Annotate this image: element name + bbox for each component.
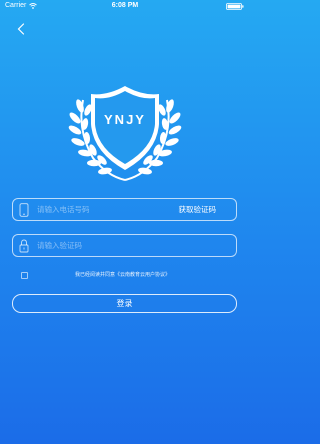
agreement-row: 我已经阅读并同意《云南教育云用户协议》 xyxy=(20,271,240,281)
phone-icon xyxy=(19,203,29,217)
code-field[interactable]: 请输入验证码 xyxy=(12,234,237,257)
back-button[interactable] xyxy=(10,18,32,40)
ynjy-logo: YNJY xyxy=(68,86,182,181)
lock-icon xyxy=(19,239,29,253)
login-button[interactable]: 登录 xyxy=(12,294,237,313)
phone-field[interactable]: 请输入电话号码 获取验证码 xyxy=(12,198,237,221)
status-bar: Carrier 6:08 PM xyxy=(0,0,250,12)
chevron-left-icon xyxy=(17,23,25,35)
code-input[interactable]: 请输入验证码 xyxy=(37,235,82,256)
status-time: 6:08 PM xyxy=(111,2,139,9)
logo-text: YNJY xyxy=(104,112,146,127)
agreement-link[interactable]: 我已经阅读并同意《云南教育云用户协议》 xyxy=(75,271,170,279)
phone-input[interactable]: 请输入电话号码 xyxy=(37,199,90,220)
get-code-button[interactable]: 获取验证码 xyxy=(179,199,217,220)
battery-icon xyxy=(226,3,244,10)
agreement-checkbox[interactable] xyxy=(21,272,28,279)
